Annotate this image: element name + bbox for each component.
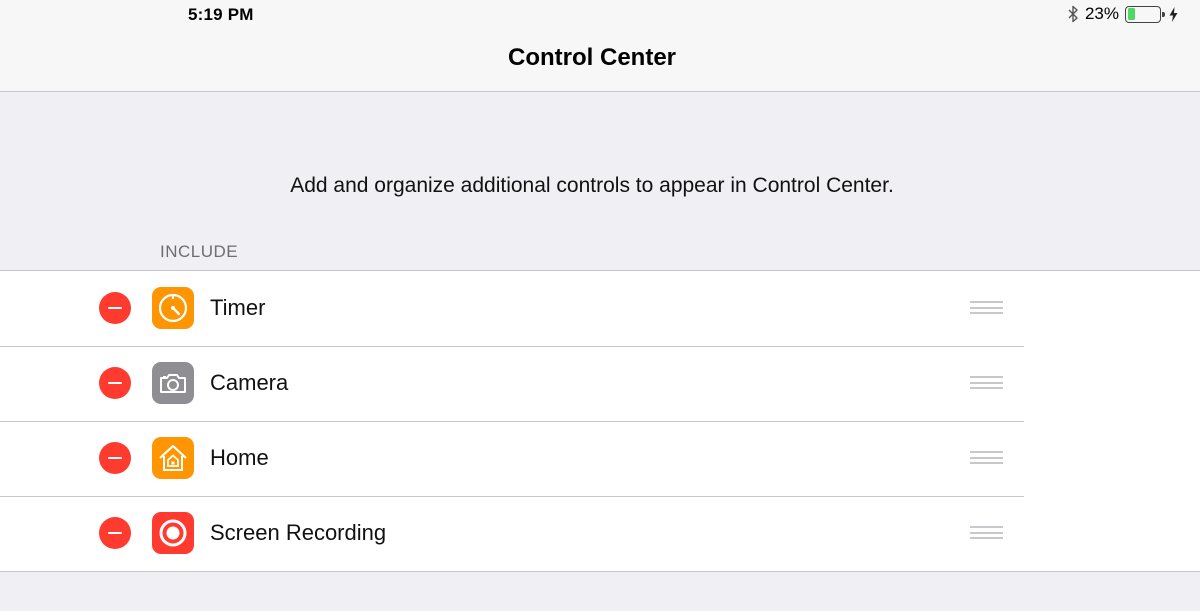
battery-fill	[1127, 8, 1135, 20]
description-text: Add and organize additional controls to …	[290, 174, 894, 197]
included-controls-list: Timer Camera Home Screen Recording	[0, 270, 1200, 572]
remove-button[interactable]	[99, 367, 131, 399]
row-label: Home	[210, 445, 269, 470]
list-item-screen-recording: Screen Recording	[0, 496, 1200, 571]
page-title: Control Center	[508, 44, 676, 71]
camera-icon	[152, 362, 194, 404]
battery-icon	[1125, 5, 1165, 23]
status-time: 5:19 PM	[188, 5, 254, 24]
remove-button[interactable]	[99, 517, 131, 549]
home-icon	[152, 437, 194, 479]
status-indicators: 23%	[1067, 4, 1178, 24]
list-item-home: Home	[0, 421, 1200, 496]
timer-icon	[152, 287, 194, 329]
row-label: Timer	[210, 295, 266, 320]
charging-bolt-icon	[1169, 6, 1178, 22]
reorder-handle-icon[interactable]	[970, 526, 1003, 541]
battery-percent: 23%	[1084, 4, 1119, 23]
remove-button[interactable]	[99, 292, 131, 324]
remove-button[interactable]	[99, 442, 131, 474]
battery-cap	[1162, 11, 1165, 17]
reorder-handle-icon[interactable]	[970, 376, 1003, 391]
list-item-camera: Camera	[0, 346, 1200, 421]
screen-recording-icon	[152, 512, 194, 554]
reorder-handle-icon[interactable]	[970, 451, 1003, 466]
top-bar: 5:19 PM 23% Control Center	[0, 0, 1200, 92]
row-label: Screen Recording	[210, 520, 387, 545]
bluetooth-icon	[1068, 5, 1078, 23]
list-item-timer: Timer	[0, 271, 1200, 346]
control-center-settings-screen: 5:19 PM 23% Control Center Add and organ…	[0, 0, 1200, 611]
section-header-include: INCLUDE	[160, 242, 239, 261]
row-label: Camera	[210, 370, 289, 395]
reorder-handle-icon[interactable]	[970, 301, 1003, 316]
